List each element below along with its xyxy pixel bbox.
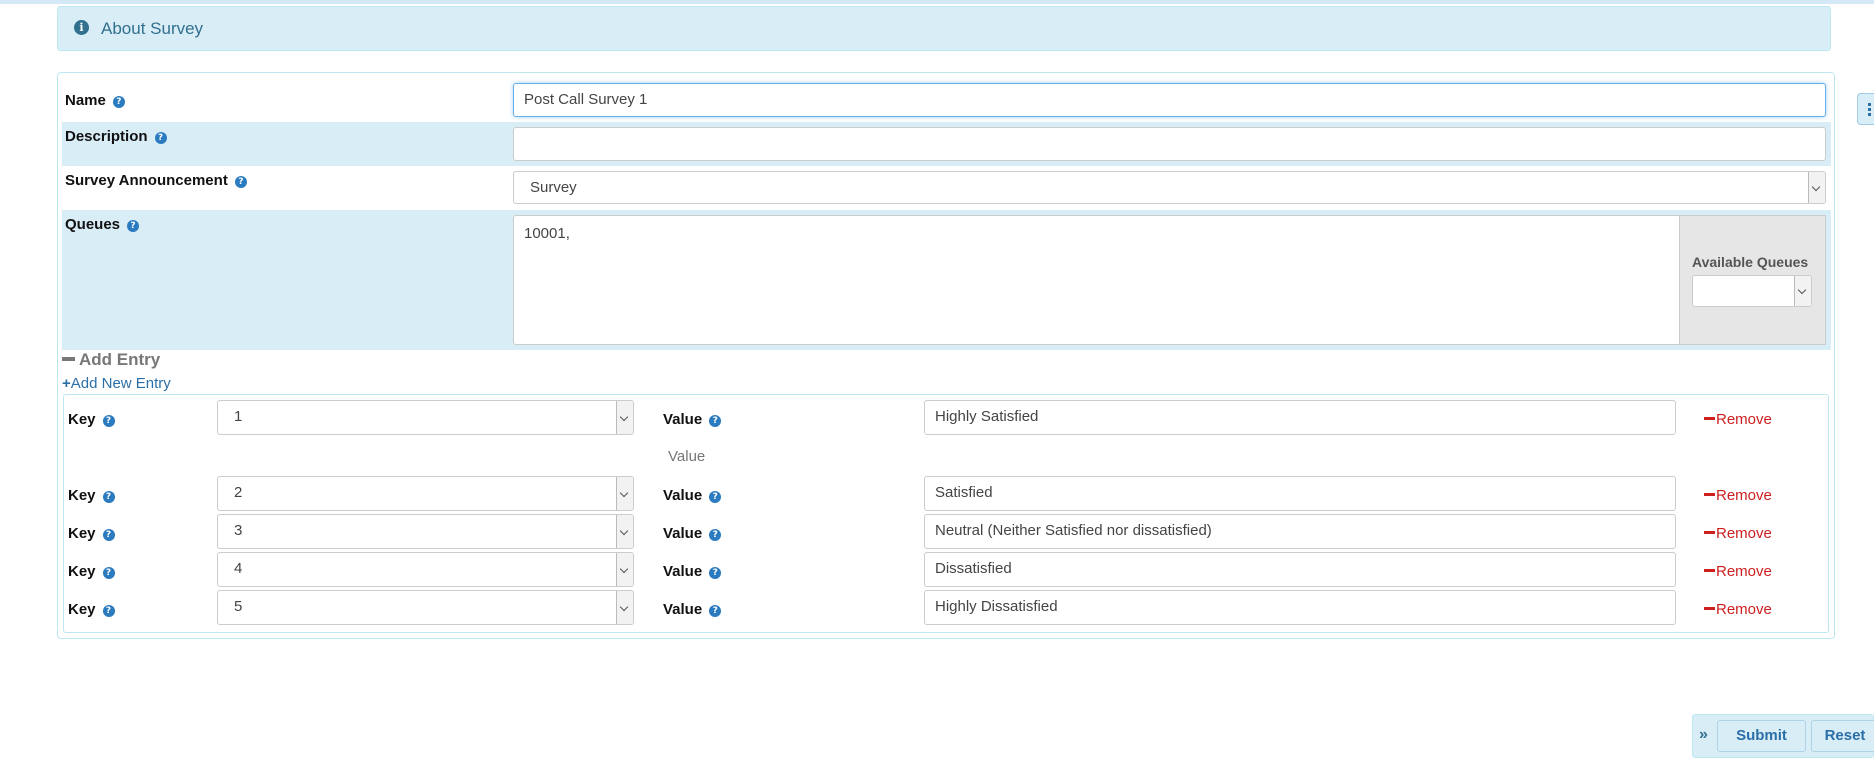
help-icon[interactable]: ? [102, 605, 115, 617]
key-label: Key? [68, 563, 115, 580]
info-icon: i [74, 20, 89, 35]
help-icon[interactable]: ? [709, 567, 722, 579]
key-label: Key? [68, 601, 115, 618]
chevron-down-icon [616, 553, 633, 586]
help-icon[interactable]: ? [127, 220, 140, 232]
chevron-down-icon [616, 477, 633, 510]
about-survey-title: About Survey [101, 19, 204, 38]
name-input[interactable]: Post Call Survey 1 [513, 83, 1826, 117]
value-input[interactable]: Satisfied [924, 476, 1676, 511]
announcement-row: Survey Announcement? Survey [62, 166, 1831, 210]
available-queues-label: Available Queues [1692, 254, 1809, 270]
queues-textarea[interactable]: 10001, [513, 215, 1742, 345]
available-queues-panel: Available Queues [1679, 215, 1826, 345]
minus-icon [1704, 569, 1715, 572]
side-panel-toggle[interactable] [1857, 93, 1874, 125]
value-input[interactable]: Highly Satisfied [924, 400, 1676, 435]
form-actions: » Submit Reset [1692, 714, 1874, 758]
top-border [0, 0, 1874, 4]
help-icon[interactable]: ? [102, 415, 115, 427]
help-icon[interactable]: ? [234, 176, 247, 188]
about-survey-header[interactable]: i About Survey [57, 6, 1831, 51]
help-icon[interactable]: ? [102, 491, 115, 503]
remove-button[interactable]: Remove [1704, 563, 1772, 580]
value-input[interactable]: Dissatisfied [924, 552, 1676, 587]
minus-icon [1704, 607, 1715, 610]
help-icon[interactable]: ? [709, 605, 722, 617]
plus-icon: + [62, 375, 71, 392]
chevron-down-icon [1794, 276, 1811, 306]
menu-icon [1868, 103, 1871, 116]
help-icon[interactable]: ? [102, 529, 115, 541]
minus-icon [1704, 531, 1715, 534]
value-label: Value? [663, 601, 722, 618]
value-label: Value? [663, 487, 722, 504]
queues-label: Queues? [65, 216, 140, 233]
reset-button[interactable]: Reset [1811, 720, 1874, 752]
key-label: Key? [68, 411, 115, 428]
description-row: Description? [62, 122, 1831, 166]
submit-button[interactable]: Submit [1717, 720, 1806, 752]
value-label: Value? [663, 411, 722, 428]
key-select[interactable]: 5 [217, 590, 634, 625]
minus-icon [62, 357, 75, 361]
chevron-down-icon [616, 591, 633, 624]
value-hint: Value [668, 448, 706, 465]
help-icon[interactable]: ? [154, 132, 167, 144]
value-label: Value? [663, 525, 722, 542]
remove-button[interactable]: Remove [1704, 601, 1772, 618]
key-select[interactable]: 4 [217, 552, 634, 587]
add-entry-heading[interactable]: Add Entry [62, 350, 160, 370]
help-icon[interactable]: ? [102, 567, 115, 579]
key-label: Key? [68, 525, 115, 542]
minus-icon [1704, 417, 1715, 420]
add-new-entry-link[interactable]: +Add New Entry [62, 375, 171, 392]
announcement-label: Survey Announcement? [65, 172, 247, 189]
remove-button[interactable]: Remove [1704, 411, 1772, 428]
entry-row: Key? 2 Value? Satisfied Remove [64, 476, 1824, 514]
name-label: Name? [65, 92, 125, 109]
entry-row: Key? 4 Value? Dissatisfied Remove [64, 552, 1824, 590]
description-input[interactable] [513, 127, 1826, 161]
entry-row: Key? 1 Value? Highly Satisfied Remove [64, 400, 1824, 438]
name-row: Name? Post Call Survey 1 [62, 80, 1831, 120]
help-icon[interactable]: ? [709, 491, 722, 503]
available-queues-select[interactable] [1692, 275, 1812, 307]
queues-row: Queues? 10001, Available Queues [62, 210, 1831, 350]
value-label: Value? [663, 563, 722, 580]
announcement-select[interactable]: Survey [513, 171, 1826, 204]
key-label: Key? [68, 487, 115, 504]
double-chevron-right-icon[interactable]: » [1699, 726, 1708, 744]
remove-button[interactable]: Remove [1704, 487, 1772, 504]
help-icon[interactable]: ? [709, 415, 722, 427]
help-icon[interactable]: ? [709, 529, 722, 541]
key-select[interactable]: 3 [217, 514, 634, 549]
entry-row: Key? 3 Value? Neutral (Neither Satisfied… [64, 514, 1824, 552]
value-input[interactable]: Highly Dissatisfied [924, 590, 1676, 625]
chevron-down-icon [1808, 172, 1825, 203]
remove-button[interactable]: Remove [1704, 525, 1772, 542]
chevron-down-icon [616, 401, 633, 434]
description-label: Description? [65, 128, 167, 145]
entry-row: Key? 5 Value? Highly Dissatisfied Remove [64, 590, 1824, 628]
help-icon[interactable]: ? [112, 96, 125, 108]
key-select[interactable]: 1 [217, 400, 634, 435]
chevron-down-icon [616, 515, 633, 548]
key-select[interactable]: 2 [217, 476, 634, 511]
value-input[interactable]: Neutral (Neither Satisfied nor dissatisf… [924, 514, 1676, 549]
minus-icon [1704, 493, 1715, 496]
